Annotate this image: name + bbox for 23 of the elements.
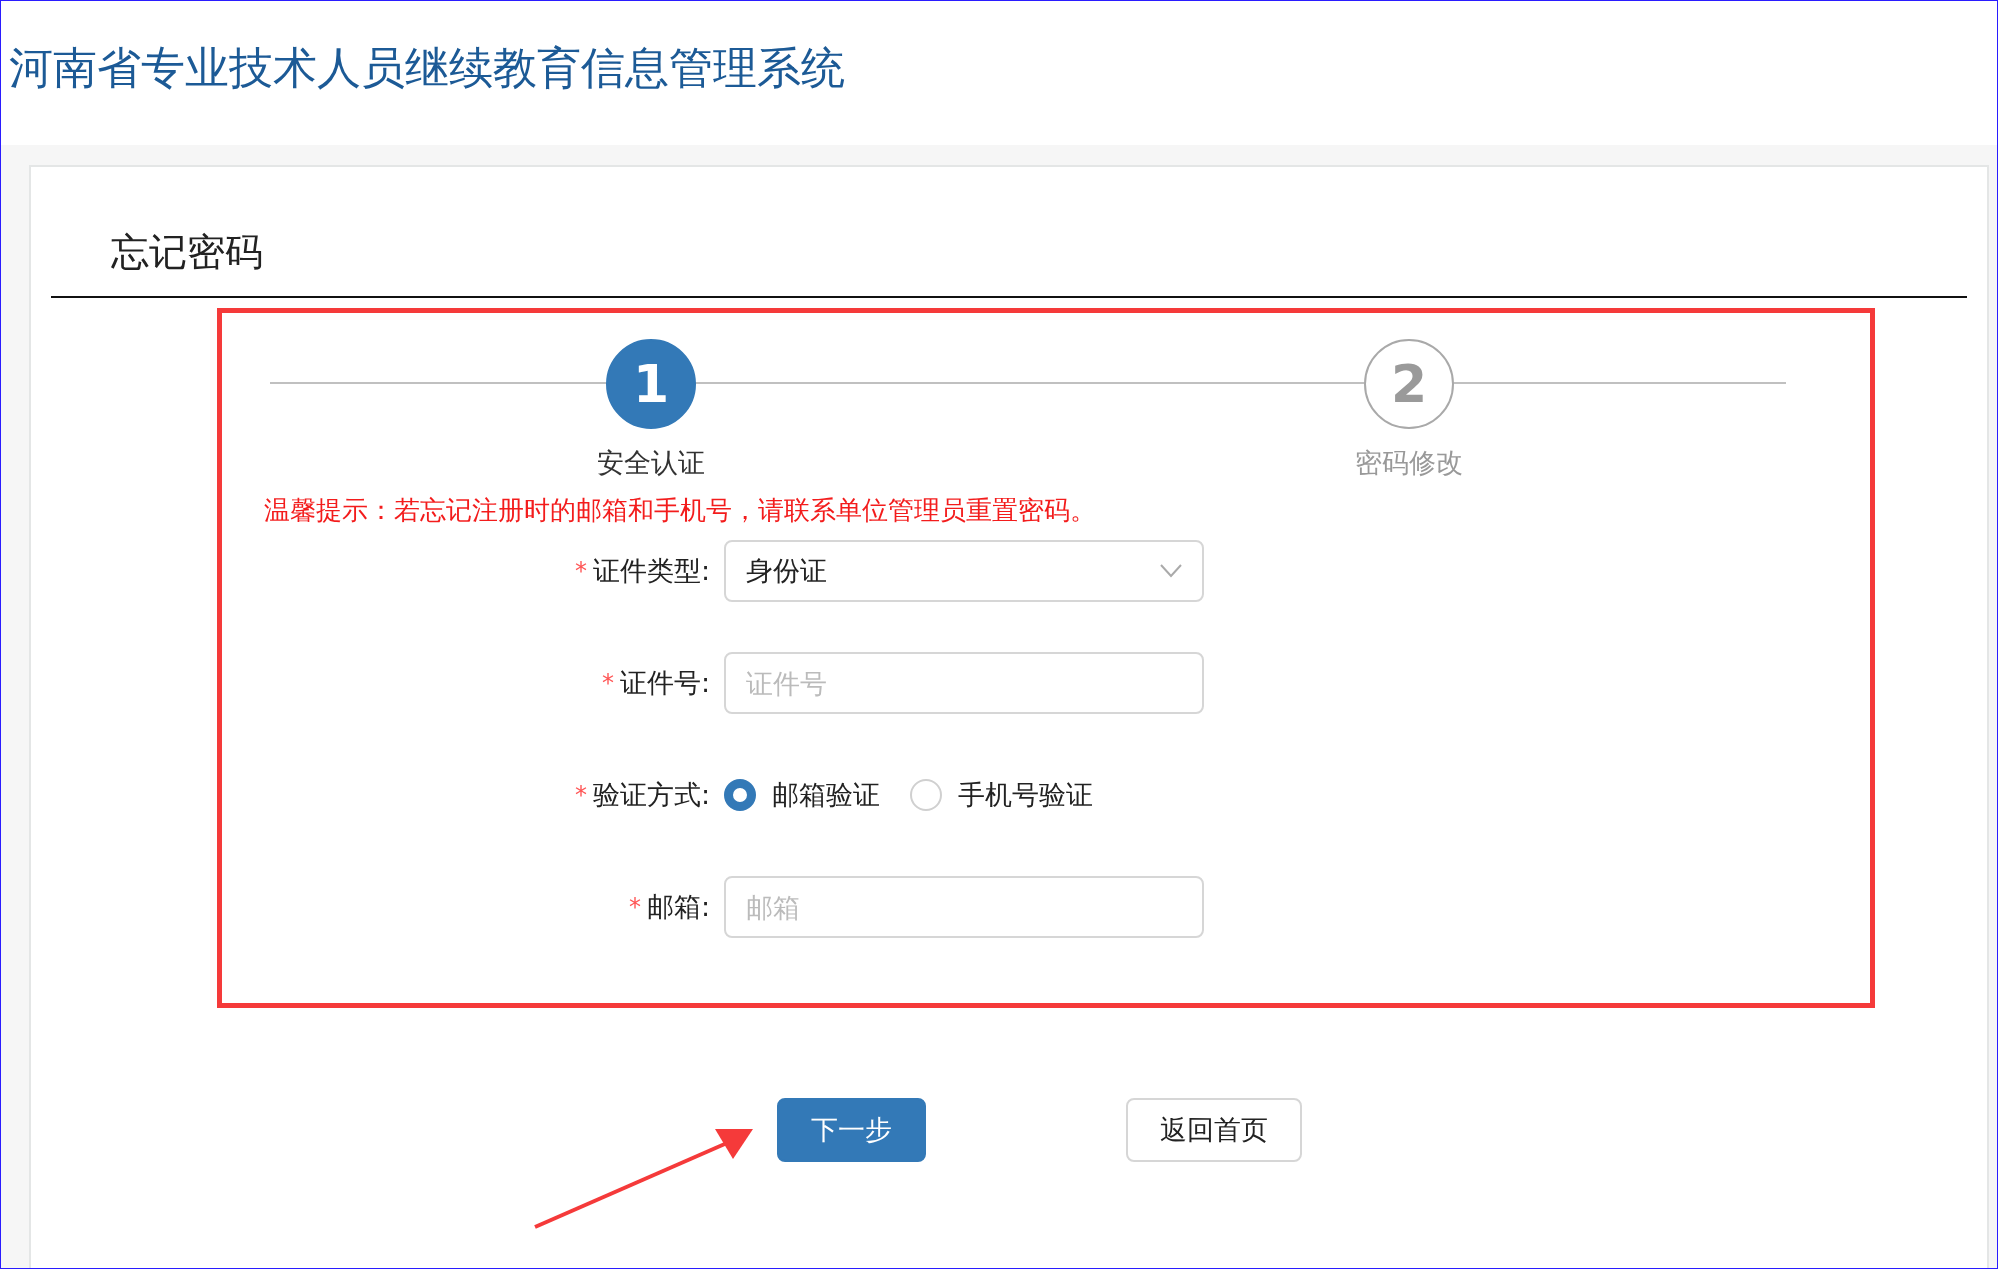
radio-option[interactable]: 手机号验证 (910, 777, 1093, 813)
chevron-down-icon (1160, 564, 1182, 578)
step-circle: 1 (606, 339, 696, 429)
field-label: 证件号: (619, 666, 710, 700)
required-mark: * (628, 893, 641, 921)
step-circle: 2 (1364, 339, 1454, 429)
radio-option[interactable]: 邮箱验证 (724, 777, 880, 813)
field-label: 证件类型: (592, 554, 710, 588)
field-label: 邮箱: (646, 890, 710, 924)
required-mark: * (601, 669, 614, 697)
system-title: 河南省专业技术人员继续教育信息管理系统 (9, 41, 845, 95)
step-label: 安全认证 (597, 446, 705, 480)
step-label: 密码修改 (1355, 446, 1463, 480)
page-heading: 忘记密码 (111, 229, 263, 276)
notice-text: 温馨提示：若忘记注册时的邮箱和手机号，请联系单位管理员重置密码。 (264, 494, 1097, 527)
home-button[interactable]: 返回首页 (1126, 1098, 1302, 1162)
input-field[interactable]: 证件号 (724, 652, 1204, 714)
required-mark: * (574, 557, 587, 585)
next-button[interactable]: 下一步 (777, 1098, 926, 1162)
required-mark: * (574, 781, 587, 809)
field-label: 验证方式: (592, 778, 710, 812)
input-field[interactable]: 邮箱 (724, 876, 1204, 938)
id-type-select[interactable]: 身份证 (724, 540, 1204, 602)
